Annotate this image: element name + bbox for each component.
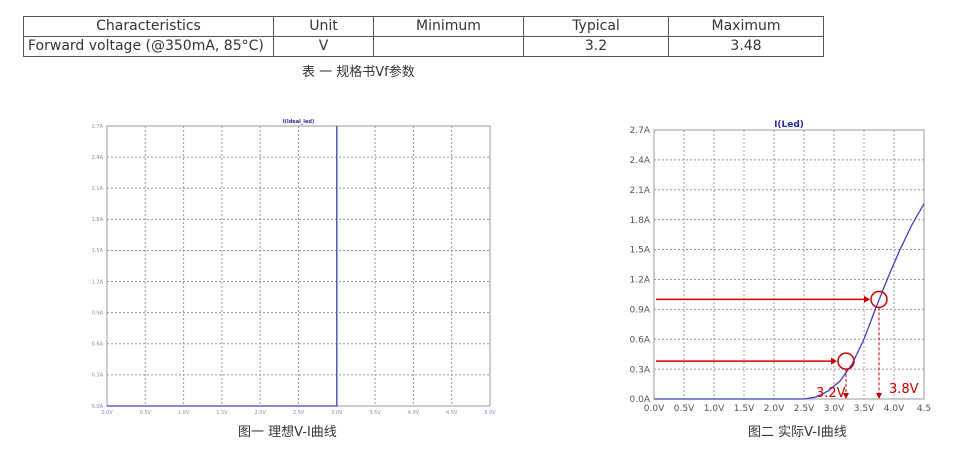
x-tick-label: 2.0V bbox=[255, 410, 267, 416]
y-tick-label: 0.9A bbox=[92, 310, 104, 316]
x-tick-label: 4.0V bbox=[884, 404, 905, 414]
y-tick-label: 1.5A bbox=[92, 248, 104, 254]
actual-vi-chart: 0.0V 0.5V 1.0V 1.5V 2.0V 2.5V 3.0V 3.5V 4.0V 4.5 0… bbox=[630, 120, 932, 414]
header-minimum: Minimum bbox=[373, 16, 524, 37]
y-tick-label: 0.9A bbox=[630, 305, 651, 315]
x-tick-label: 3.5V bbox=[369, 410, 381, 416]
header-typical: Typical bbox=[523, 16, 669, 37]
header-maximum: Maximum bbox=[668, 16, 824, 37]
cell-maximum: 3.48 bbox=[668, 36, 824, 57]
cell-characteristic: Forward voltage (@350mA, 85°C) bbox=[23, 36, 274, 57]
y-tick-label: 0.6A bbox=[92, 342, 104, 348]
cell-typical: 3.2 bbox=[523, 36, 669, 57]
y-tick-label: 2.1A bbox=[92, 186, 104, 192]
y-tick-label: 2.4A bbox=[92, 155, 104, 161]
y-tick-label: 0.0A bbox=[630, 395, 651, 405]
y-tick-label: 1.2A bbox=[92, 279, 104, 285]
x-tick-label: 5.0V bbox=[484, 410, 496, 416]
x-tick-label: 2.5V bbox=[293, 410, 305, 416]
x-tick-label: 0.0V bbox=[101, 410, 113, 416]
x-tick-label: 1.0V bbox=[178, 410, 190, 416]
y-tick-label: 1.2A bbox=[630, 276, 651, 286]
x-tick-label: 2.0V bbox=[764, 404, 785, 414]
y-tick-label: 2.4A bbox=[630, 156, 651, 166]
y-tick-label: 0.6A bbox=[630, 335, 651, 345]
chart-title: I(Ideal_led) bbox=[283, 119, 315, 125]
x-tick-label: 1.5V bbox=[734, 404, 755, 414]
y-tick-label: 0.3A bbox=[92, 373, 104, 379]
y-tick-label: 1.8A bbox=[630, 216, 651, 226]
x-tick-label: 0.0V bbox=[644, 404, 665, 414]
ideal-caption: 图一 理想V-I曲线 bbox=[238, 425, 337, 440]
table-row: Forward voltage (@350mA, 85°C) V 3.2 3.4… bbox=[23, 36, 824, 57]
actual-caption: 图二 实际V-I曲线 bbox=[748, 425, 847, 440]
y-tick-label: 2.1A bbox=[630, 186, 651, 196]
cell-minimum bbox=[373, 36, 524, 57]
table-caption: 表 一 规格书Vf参数 bbox=[302, 65, 415, 80]
x-tick-label: 3.5V bbox=[854, 404, 875, 414]
x-tick-label: 4.0V bbox=[408, 410, 420, 416]
x-tick-label: 1.5V bbox=[216, 410, 228, 416]
x-tick-label: 0.5V bbox=[674, 404, 695, 414]
table-header-row: Characteristics Unit Minimum Typical Max… bbox=[23, 16, 824, 37]
x-tick-label: 3.0V bbox=[331, 410, 343, 416]
ideal-vi-chart: 0.0V 0.5V 1.0V 1.5V 2.0V 2.5V 3.0V 3.5V 4.0V 4.5V… bbox=[92, 119, 497, 416]
y-tick-label: 0.3A bbox=[630, 365, 651, 375]
annotation-label: 3.2V bbox=[816, 386, 846, 401]
header-unit: Unit bbox=[273, 16, 374, 37]
y-tick-label: 0.0A bbox=[92, 404, 104, 410]
cell-unit: V bbox=[273, 36, 374, 57]
header-characteristics: Characteristics bbox=[23, 16, 274, 37]
x-tick-label: 1.0V bbox=[704, 404, 725, 414]
y-tick-label: 1.5A bbox=[630, 246, 651, 256]
x-tick-label: 2.5V bbox=[794, 404, 815, 414]
y-tick-label: 2.7A bbox=[630, 126, 651, 136]
x-tick-label: 4.5V bbox=[446, 410, 458, 416]
y-tick-label: 2.7A bbox=[92, 124, 104, 130]
chart-title: I(Led) bbox=[774, 120, 804, 130]
x-tick-label: 0.5V bbox=[140, 410, 152, 416]
plot-area bbox=[653, 129, 925, 400]
annotation-label: 3.8V bbox=[889, 382, 919, 397]
y-tick-label: 1.8A bbox=[92, 217, 104, 223]
spec-table: Characteristics Unit Minimum Typical Max… bbox=[23, 16, 824, 57]
x-tick-label: 4.5 bbox=[917, 404, 931, 414]
x-tick-label: 3.0V bbox=[824, 404, 845, 414]
